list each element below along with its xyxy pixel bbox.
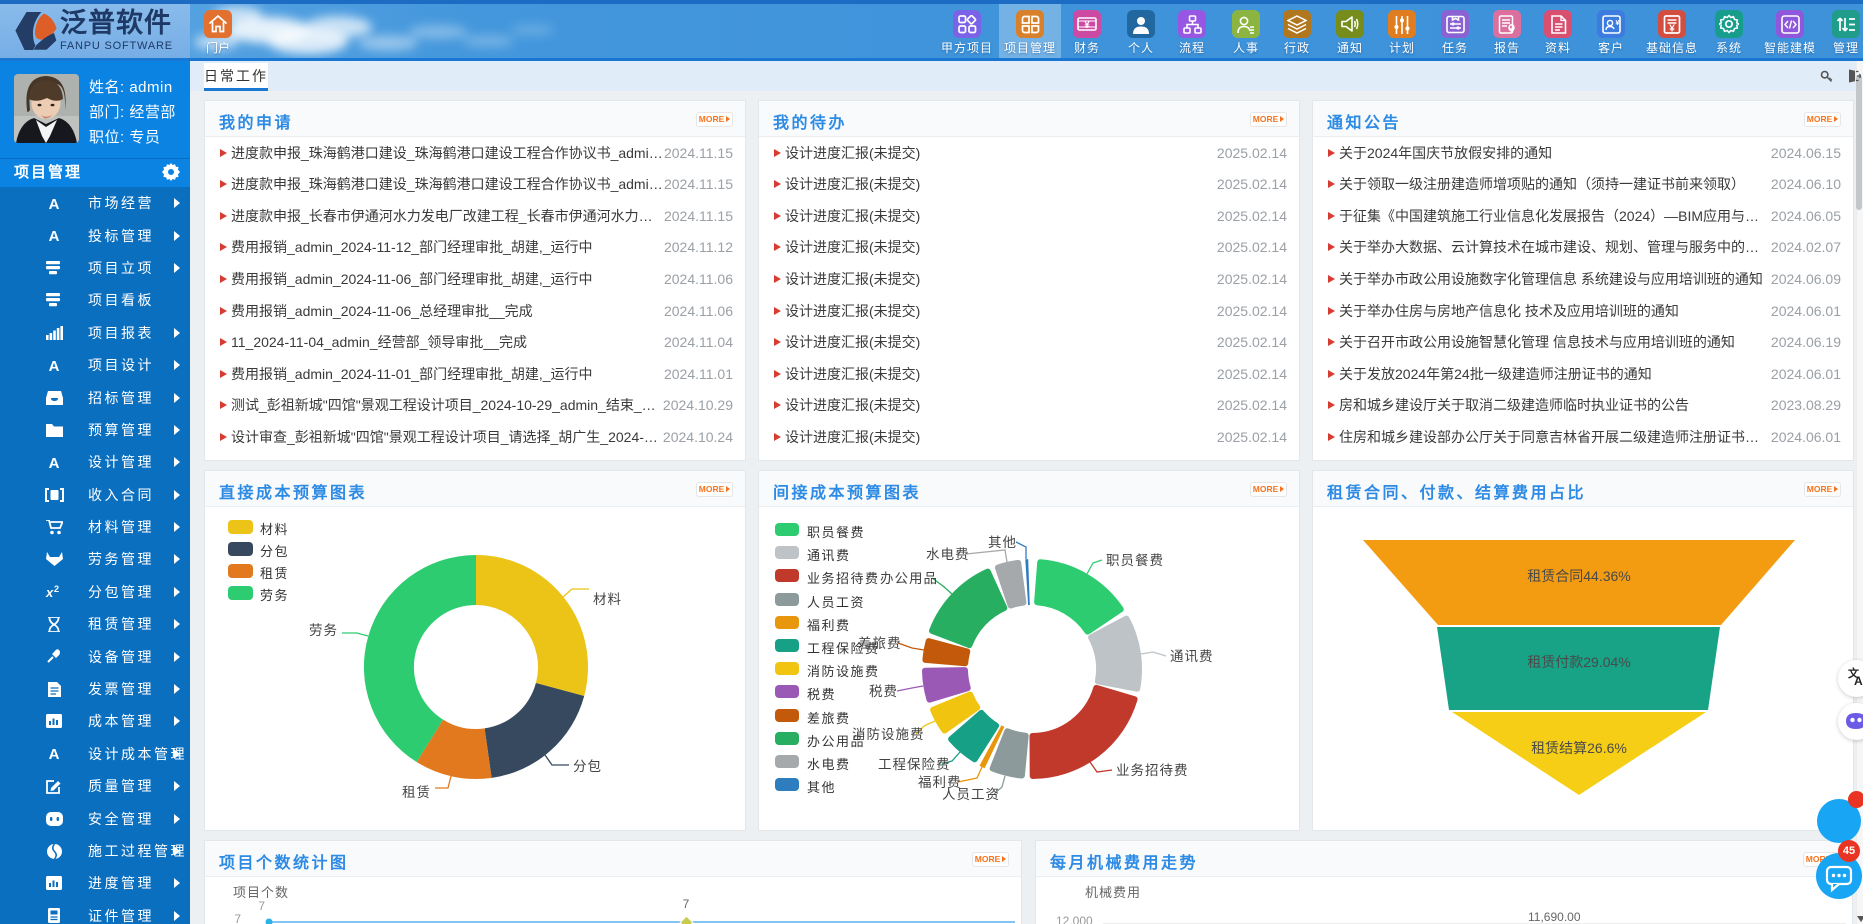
- svg-text:劳务: 劳务: [309, 623, 338, 638]
- svg-text:其他: 其他: [988, 535, 1017, 550]
- svg-text:租赁付款29.04%: 租赁付款29.04%: [1527, 654, 1630, 670]
- svg-text:7: 7: [258, 899, 265, 913]
- svg-text:办公用品: 办公用品: [880, 571, 938, 586]
- svg-text:水电费: 水电费: [926, 547, 970, 562]
- svg-text:差旅费: 差旅费: [858, 636, 902, 651]
- svg-text:7: 7: [234, 912, 241, 924]
- svg-text:租赁: 租赁: [402, 785, 431, 800]
- svg-text:机械费用: 机械费用: [1085, 885, 1141, 900]
- svg-text:A: A: [49, 746, 60, 761]
- svg-text:2: 2: [54, 584, 59, 594]
- svg-text:税费: 税费: [869, 684, 898, 699]
- svg-text:职员餐费: 职员餐费: [1106, 553, 1164, 568]
- svg-text:业务招待费: 业务招待费: [1116, 763, 1189, 778]
- svg-text:通讯费: 通讯费: [1170, 649, 1214, 664]
- svg-text:¥: ¥: [1615, 20, 1619, 27]
- svg-text:FANPU SOFTWARE: FANPU SOFTWARE: [60, 40, 173, 52]
- svg-text:A: A: [1854, 674, 1863, 688]
- svg-text:材料: 材料: [593, 592, 622, 607]
- svg-text:A: A: [49, 228, 60, 243]
- svg-text:工程保险费: 工程保险费: [878, 757, 951, 772]
- svg-text:¥: ¥: [1669, 23, 1675, 34]
- svg-text:泛普软件: 泛普软件: [60, 7, 172, 38]
- svg-text:租赁合同44.36%: 租赁合同44.36%: [1527, 568, 1630, 584]
- svg-text:12,000: 12,000: [1056, 914, 1093, 924]
- svg-text:11,690.00: 11,690.00: [1528, 910, 1581, 924]
- svg-text:7: 7: [683, 897, 690, 911]
- svg-text:A: A: [49, 358, 60, 373]
- svg-text:租赁结算26.6%: 租赁结算26.6%: [1531, 740, 1627, 756]
- svg-text:A: A: [49, 196, 60, 211]
- svg-text:¥: ¥: [1084, 20, 1090, 31]
- svg-text:项目个数: 项目个数: [233, 885, 289, 900]
- svg-text:消防设施费: 消防设施费: [852, 727, 925, 742]
- svg-text:x: x: [45, 585, 54, 599]
- svg-text:福利费: 福利费: [918, 775, 962, 790]
- svg-text:A: A: [49, 455, 60, 470]
- svg-text:分包: 分包: [573, 759, 602, 774]
